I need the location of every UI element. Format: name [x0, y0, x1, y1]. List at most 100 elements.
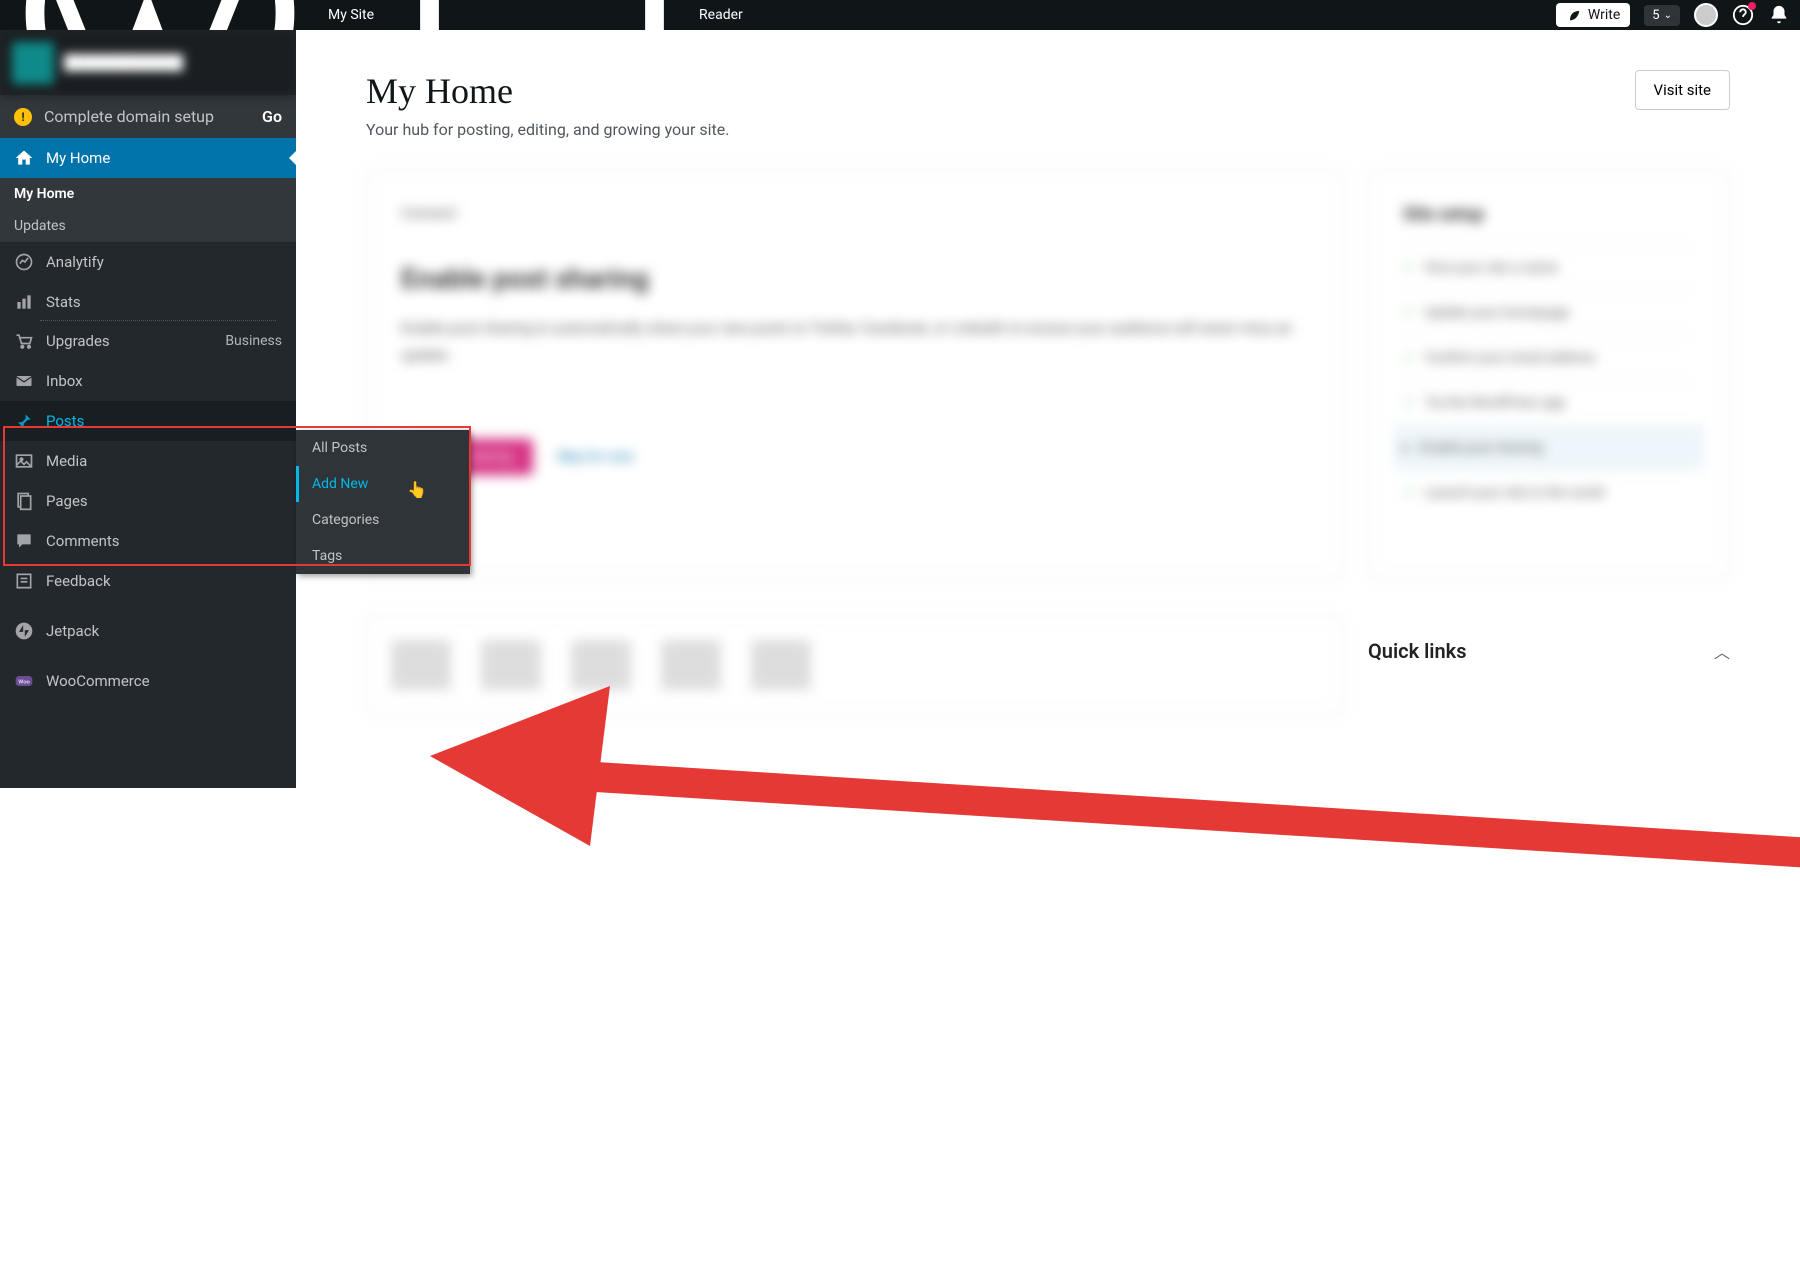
- user-avatar[interactable]: [1694, 3, 1718, 27]
- subnav-updates[interactable]: Updates: [0, 210, 296, 242]
- cart-icon: [14, 331, 34, 351]
- nav-label: Inbox: [46, 372, 83, 390]
- flyout-all-posts[interactable]: All Posts: [296, 430, 470, 466]
- domain-setup-notice[interactable]: ! Complete domain setup Go: [0, 95, 296, 138]
- flyout-add-new[interactable]: Add New: [296, 466, 470, 502]
- site-info: ████████████: [64, 54, 284, 71]
- setup-item[interactable]: ✓Try the WordPress app: [1403, 380, 1695, 425]
- nav-label: Posts: [46, 412, 84, 430]
- admin-topbar: My Site Reader Write 5 ⌄: [0, 0, 1800, 30]
- card-heading: Enable post sharing: [401, 262, 1309, 295]
- placeholder: [751, 640, 811, 690]
- posts-flyout-menu: All Posts Add New Categories Tags: [296, 430, 470, 574]
- page-title: My Home: [366, 70, 729, 112]
- warning-icon: !: [14, 108, 32, 126]
- stats-card: [366, 615, 1344, 715]
- placeholder: [391, 640, 451, 690]
- visit-site-button[interactable]: Visit site: [1635, 70, 1730, 110]
- notice-text: Complete domain setup: [44, 107, 214, 126]
- check-icon: ✓: [1403, 485, 1415, 501]
- setup-item[interactable]: ✓Launch your site to the world: [1403, 470, 1695, 515]
- site-setup-card: Site setup ✓Give your site a name ✓Updat…: [1368, 169, 1730, 579]
- placeholder: [661, 640, 721, 690]
- jetpack-icon: [14, 621, 34, 641]
- nav-label: Media: [46, 452, 87, 470]
- check-icon: ✓: [1403, 260, 1415, 276]
- subnav-my-home: My Home Updates: [0, 178, 296, 242]
- bottom-row: Quick links ︿: [366, 599, 1730, 715]
- flyout-categories[interactable]: Categories: [296, 502, 470, 538]
- setup-title: Site setup: [1403, 204, 1695, 225]
- quick-links-header[interactable]: Quick links ︿: [1368, 619, 1730, 683]
- nav-jetpack[interactable]: Jetpack: [0, 611, 296, 651]
- onboarding-card: Connect Enable post sharing Enable post …: [366, 169, 1344, 579]
- nav-woocommerce[interactable]: Woo WooCommerce: [0, 661, 296, 701]
- nav-label: My Home: [46, 149, 110, 167]
- nav-media[interactable]: Media: [0, 441, 296, 481]
- chevron-down-icon: ⌄: [1664, 10, 1672, 21]
- setup-item-active[interactable]: ▸Enable post sharing: [1393, 425, 1705, 470]
- home-icon: [14, 148, 34, 168]
- card-body: Enable post sharing to automatically sha…: [401, 315, 1309, 369]
- my-site-link[interactable]: My Site: [328, 7, 374, 23]
- site-switcher[interactable]: ████████████: [0, 30, 296, 95]
- card-section: Connect: [401, 204, 1309, 222]
- stats-icon: [14, 292, 34, 312]
- placeholder: [481, 640, 541, 690]
- media-icon: [14, 451, 34, 471]
- notifications-button[interactable]: [1768, 4, 1790, 26]
- analytics-icon: [14, 252, 34, 272]
- bullet-icon: ▸: [1403, 440, 1410, 456]
- nav-label: Feedback: [46, 572, 111, 590]
- check-icon: ✓: [1403, 395, 1415, 411]
- check-icon: ✓: [1403, 305, 1415, 321]
- nav-pages[interactable]: Pages: [0, 481, 296, 521]
- setup-item[interactable]: ✓Give your site a name: [1403, 245, 1695, 290]
- chevron-up-icon: ︿: [1714, 639, 1730, 663]
- nav-label: Analytify: [46, 253, 104, 271]
- site-name: ████████████: [64, 54, 284, 71]
- setup-item[interactable]: ✓Confirm your email address: [1403, 335, 1695, 380]
- nav-label: WooCommerce: [46, 672, 150, 690]
- nav-stats[interactable]: Stats: [0, 282, 296, 318]
- nav-my-home[interactable]: My Home: [0, 138, 296, 178]
- reader-label: Reader: [699, 7, 743, 23]
- write-label: Write: [1588, 7, 1620, 23]
- nav-label: Upgrades: [46, 332, 110, 350]
- admin-sidebar: ████████████ ! Complete domain setup Go …: [0, 30, 296, 788]
- bell-icon: [1768, 4, 1790, 26]
- page-header: My Home Your hub for posting, editing, a…: [366, 70, 1730, 139]
- content-row: Connect Enable post sharing Enable post …: [366, 169, 1730, 579]
- setup-item[interactable]: ✓Update your homepage: [1403, 290, 1695, 335]
- my-site-label: My Site: [328, 7, 374, 23]
- pages-icon: [14, 491, 34, 511]
- skip-link[interactable]: Skip for now: [557, 449, 634, 465]
- nav-analytify[interactable]: Analytify: [0, 242, 296, 282]
- placeholder: [571, 640, 631, 690]
- subnav-my-home[interactable]: My Home: [0, 178, 296, 210]
- flyout-tags[interactable]: Tags: [296, 538, 470, 574]
- site-thumbnail: [12, 42, 54, 84]
- main-content: My Home Your hub for posting, editing, a…: [296, 30, 1800, 788]
- notification-count[interactable]: 5 ⌄: [1644, 5, 1680, 26]
- page-subtitle: Your hub for posting, editing, and growi…: [366, 120, 729, 139]
- nav-label: Stats: [46, 293, 81, 311]
- count-value: 5: [1652, 8, 1659, 23]
- write-button[interactable]: Write: [1556, 3, 1630, 27]
- help-button[interactable]: [1732, 4, 1754, 26]
- woo-icon: Woo: [14, 671, 34, 691]
- svg-text:Woo: Woo: [18, 680, 30, 686]
- nav-feedback[interactable]: Feedback: [0, 561, 296, 601]
- nav-comments[interactable]: Comments: [0, 521, 296, 561]
- comment-icon: [14, 531, 34, 551]
- nav-label: Comments: [46, 532, 120, 550]
- mail-icon: [14, 371, 34, 391]
- nav-upgrades[interactable]: Upgrades Business: [0, 321, 296, 361]
- topbar-right: Write 5 ⌄: [1556, 3, 1790, 27]
- nav-posts[interactable]: Posts: [0, 401, 296, 441]
- nav-inbox[interactable]: Inbox: [0, 361, 296, 401]
- pin-icon: [14, 411, 34, 431]
- go-link[interactable]: Go: [262, 107, 282, 126]
- plan-label: Business: [225, 333, 282, 349]
- quick-links-title: Quick links: [1368, 639, 1467, 663]
